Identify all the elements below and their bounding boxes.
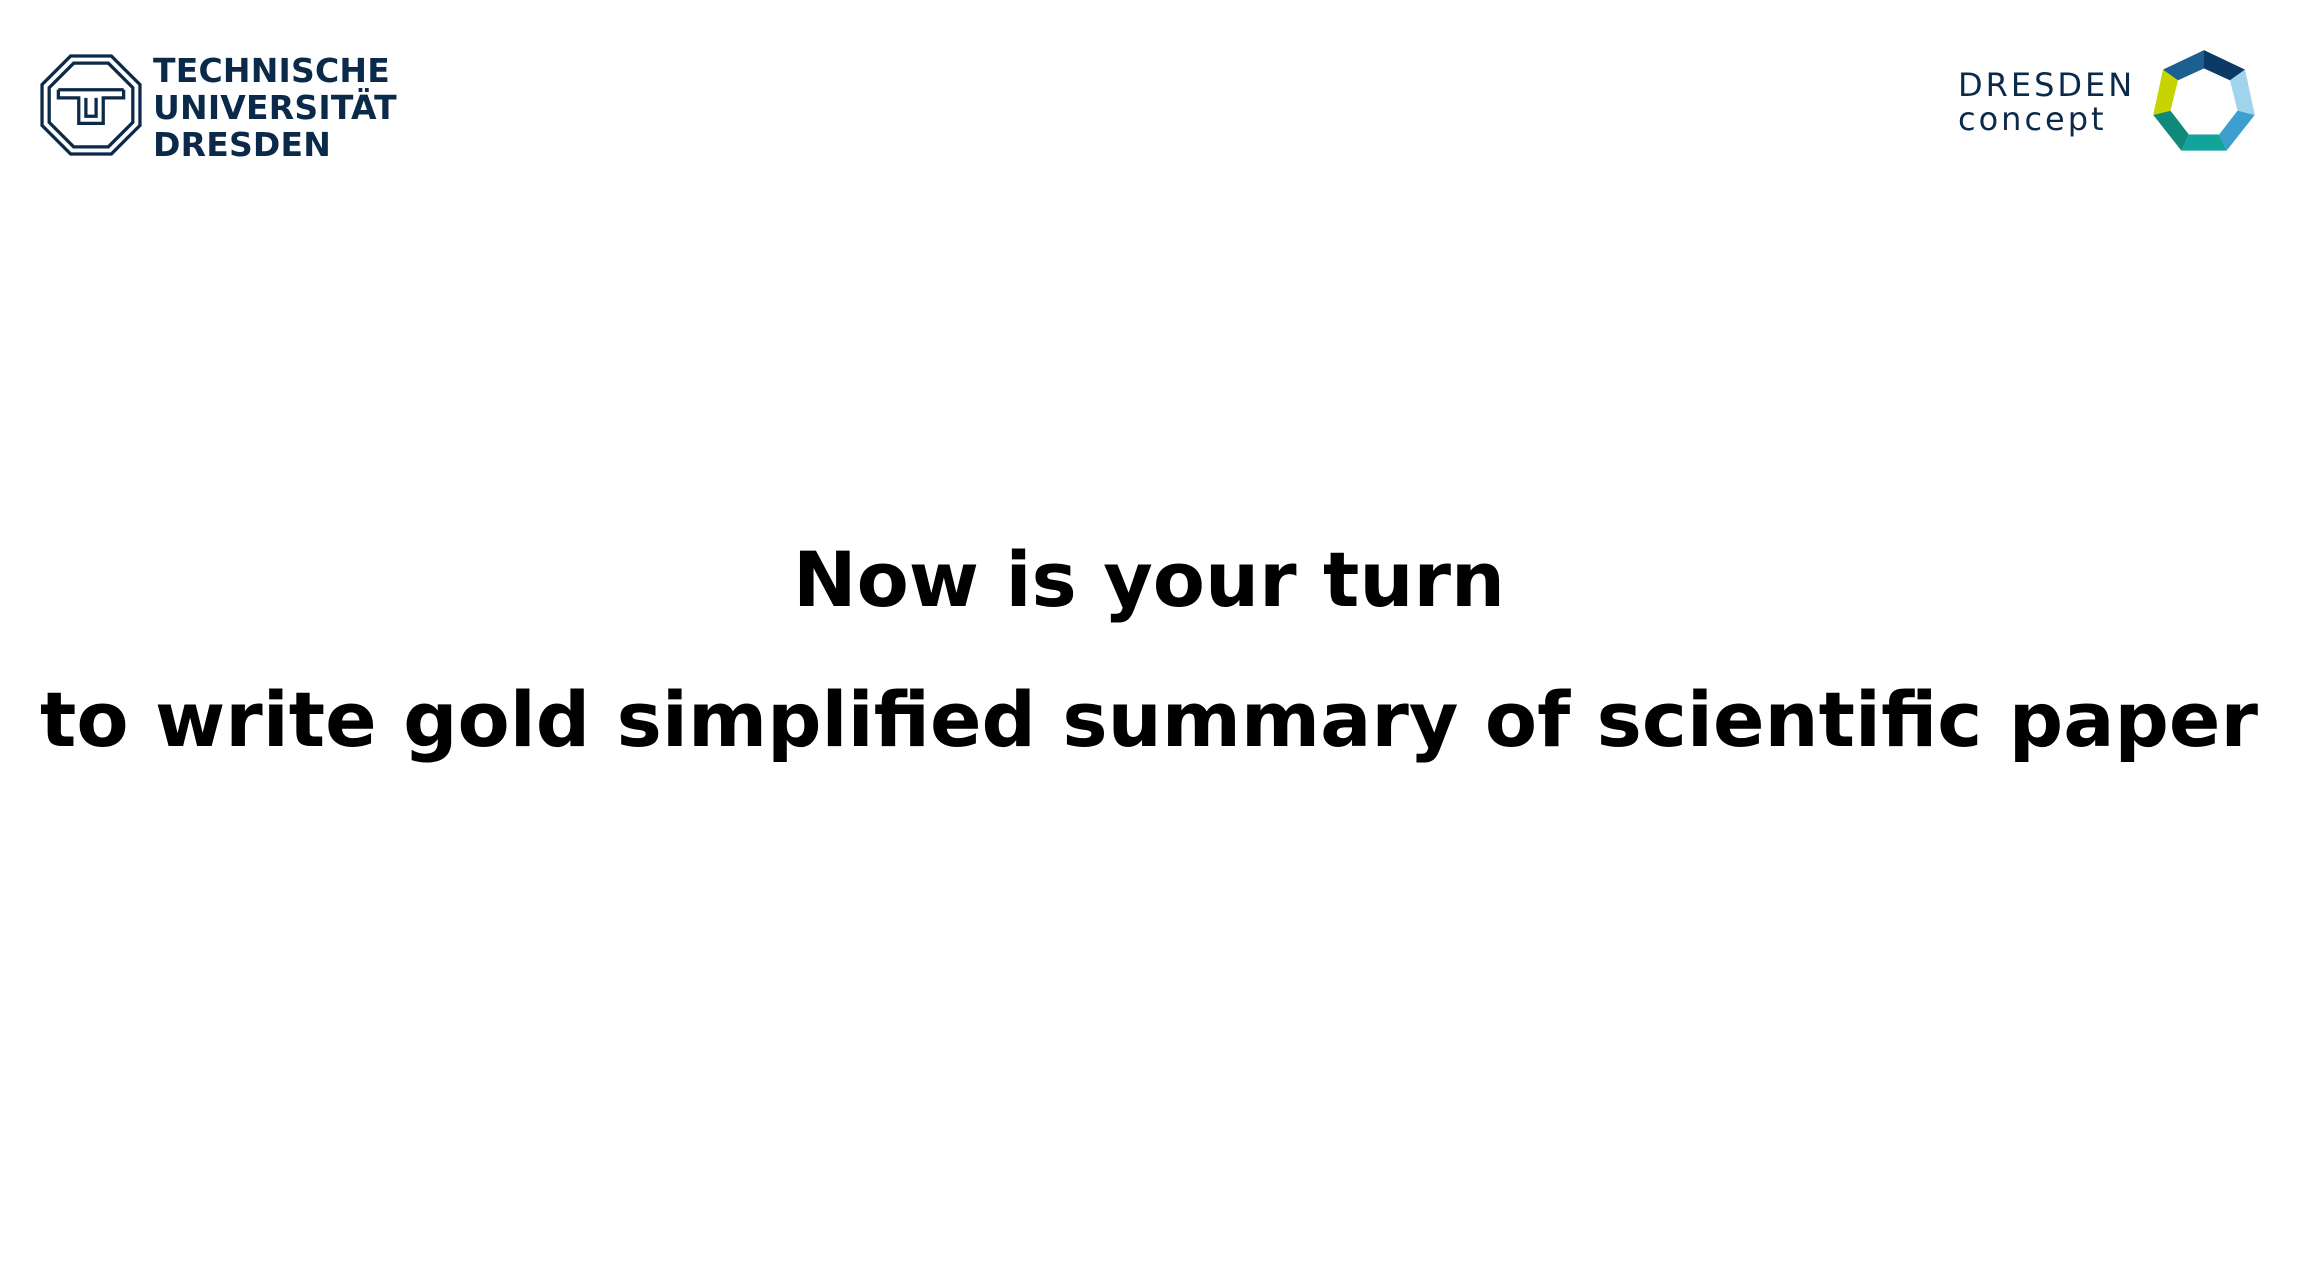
- dresden-concept-heptagon-icon: [2153, 50, 2255, 151]
- tud-octagon-emblem-icon: [40, 54, 142, 156]
- tud-logo-line-3: DRESDEN: [153, 125, 332, 164]
- dresden-concept-line-2: concept: [1958, 100, 2107, 138]
- tud-logo-line-1: TECHNISCHE: [153, 51, 390, 90]
- slide-title-line-2: to write gold simplified summary of scie…: [40, 675, 2258, 764]
- tud-logo-wordmark: TECHNISCHE UNIVERSITÄT DRESDEN: [153, 52, 397, 163]
- dresden-concept-logo: DRESDEN concept: [1958, 48, 2258, 160]
- dresden-concept-wordmark: DRESDEN concept: [1958, 68, 2135, 136]
- slide-title-line-1: Now is your turn: [792, 535, 1506, 624]
- slide: TECHNISCHE UNIVERSITÄT DRESDEN DRESDEN c…: [0, 0, 2298, 1286]
- tu-dresden-logo: TECHNISCHE UNIVERSITÄT DRESDEN: [40, 52, 400, 163]
- tud-logo-line-2: UNIVERSITÄT: [153, 88, 397, 127]
- slide-message: Now is your turn to write gold simplifie…: [0, 530, 2298, 770]
- dresden-concept-line-1: DRESDEN: [1958, 66, 2136, 104]
